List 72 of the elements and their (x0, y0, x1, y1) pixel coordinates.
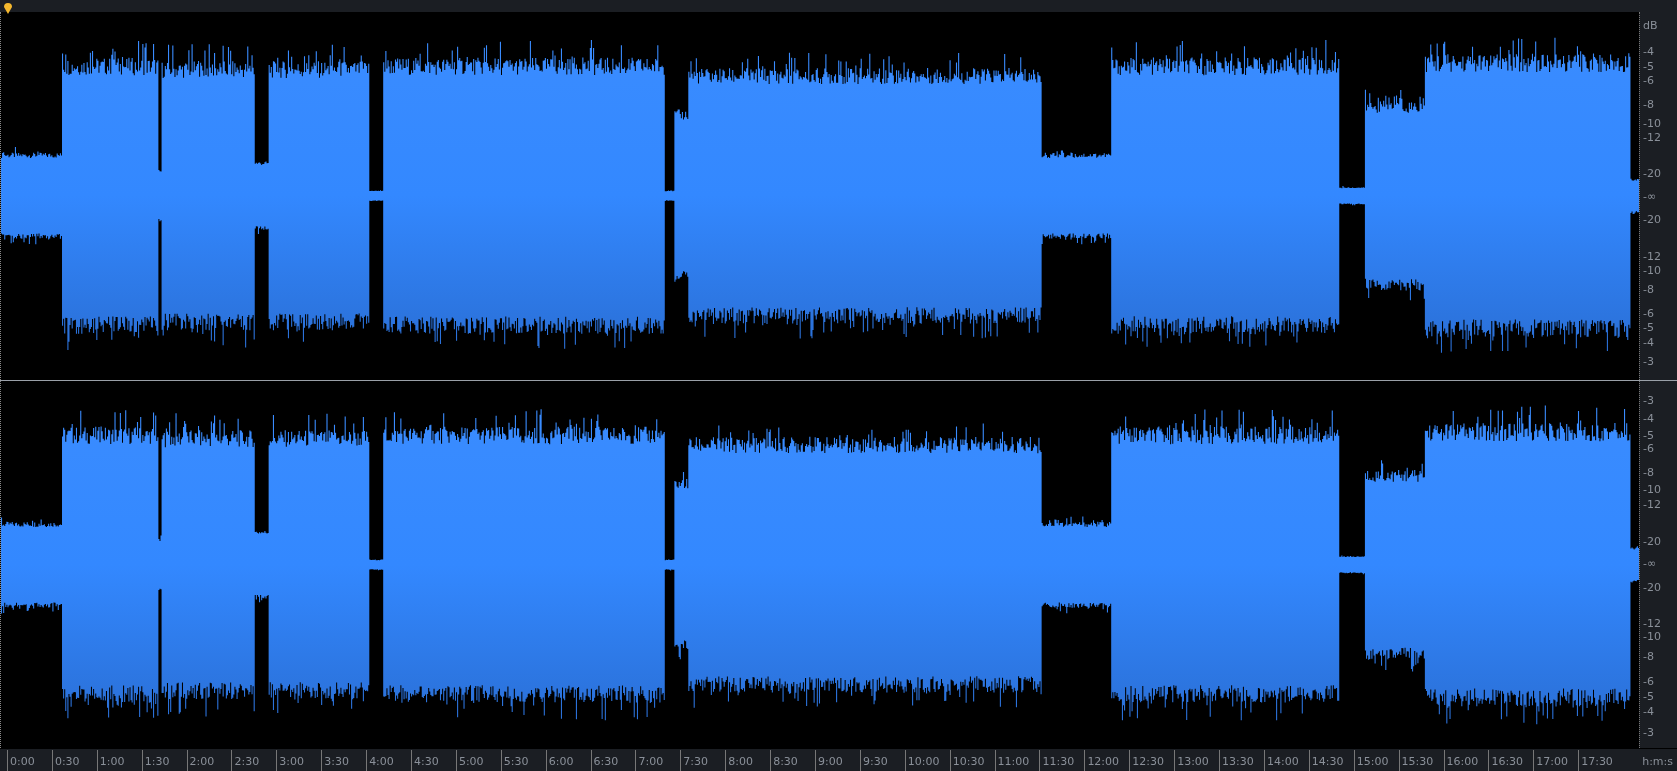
scale-tick-label: -4 (1643, 45, 1654, 57)
time-label: 5:30 (500, 750, 546, 771)
scale-tick-label: -∞ (1643, 190, 1657, 202)
time-label: 11:30 (1039, 750, 1085, 771)
time-label: 13:30 (1219, 750, 1264, 771)
scale-tick-label: -12 (1643, 250, 1661, 262)
time-label: 12:00 (1084, 750, 1130, 771)
scale-tick-label: -8 (1643, 283, 1654, 295)
scale-tick-label: -6 (1643, 74, 1654, 86)
time-label: 15:00 (1353, 750, 1399, 771)
scale-tick-label: -8 (1643, 98, 1654, 109)
scale-tick-label: -4 (1643, 412, 1654, 424)
scale-tick-label: -20 (1643, 581, 1661, 593)
scale-tick-label: -12 (1643, 498, 1661, 510)
scale-tick-label: -8 (1643, 466, 1654, 478)
time-label: 17:30 (1578, 750, 1624, 771)
time-label: 5:00 (455, 750, 501, 771)
scale-tick-label: -4 (1643, 336, 1654, 348)
scale-tick-label: -10 (1643, 117, 1661, 129)
time-label: 0:00 (7, 750, 52, 771)
time-label: 9:30 (859, 750, 905, 771)
scale-tick-label: -20 (1643, 535, 1661, 547)
time-label: 13:00 (1174, 750, 1220, 771)
time-label: 9:00 (815, 750, 860, 771)
scale-tick-label: -5 (1643, 690, 1654, 702)
scale-tick-label: -20 (1643, 167, 1661, 179)
scale-tick-label: -6 (1643, 675, 1654, 687)
time-label: 0:30 (51, 750, 97, 771)
time-label: 8:30 (770, 750, 816, 771)
scale-tick-label: -5 (1643, 429, 1654, 440)
scale-tick-label: -20 (1643, 213, 1661, 225)
scale-tick-label: -12 (1643, 617, 1661, 629)
scale-tick-label: -12 (1643, 131, 1661, 143)
time-label: 10:30 (949, 750, 995, 771)
scale-tick-label: -3 (1643, 355, 1654, 367)
scale-unit: dB (1643, 19, 1658, 31)
time-label: 7:00 (635, 750, 681, 771)
time-label: 3:30 (321, 750, 367, 771)
time-label: 6:30 (590, 750, 636, 771)
time-label: 1:00 (96, 750, 142, 771)
time-label: 4:00 (366, 750, 411, 771)
scale-tick-label: -5 (1643, 60, 1654, 72)
scale-tick-label: -8 (1643, 650, 1654, 662)
scale-tick-label: -6 (1643, 307, 1654, 319)
time-label: 2:30 (231, 750, 277, 771)
scale-tick-label: -6 (1643, 442, 1654, 454)
time-label: 3:00 (276, 750, 322, 771)
scale-tick-label: -3 (1643, 726, 1654, 738)
time-label: 10:00 (904, 750, 950, 771)
time-label: 4:30 (411, 750, 456, 771)
time-label: 11:00 (994, 750, 1040, 771)
scale-tick-label: -3 (1643, 394, 1654, 406)
time-label: 15:30 (1398, 750, 1444, 771)
time-label: 7:30 (680, 750, 726, 771)
scale-tick-label: -10 (1643, 264, 1661, 276)
time-label: 17:00 (1533, 750, 1579, 771)
time-label: 16:30 (1488, 750, 1534, 771)
time-label: 14:00 (1263, 750, 1309, 771)
scale-tick-label: -10 (1643, 630, 1661, 642)
time-label: 1:30 (141, 750, 187, 771)
scale-tick-label: -4 (1643, 705, 1654, 717)
time-label: 14:30 (1308, 750, 1354, 771)
time-label: 16:00 (1443, 750, 1489, 771)
scale-tick-label: -5 (1643, 321, 1654, 333)
time-label: 6:00 (545, 750, 591, 771)
time-label: 12:30 (1129, 750, 1175, 771)
time-label: 8:00 (725, 750, 771, 771)
time-label: 2:00 (186, 750, 232, 771)
scale-tick-label: -10 (1643, 483, 1661, 495)
playhead-marker-icon[interactable] (3, 2, 13, 14)
scale-tick-label: -∞ (1643, 557, 1657, 569)
time-unit: h:m:s (1642, 755, 1674, 770)
